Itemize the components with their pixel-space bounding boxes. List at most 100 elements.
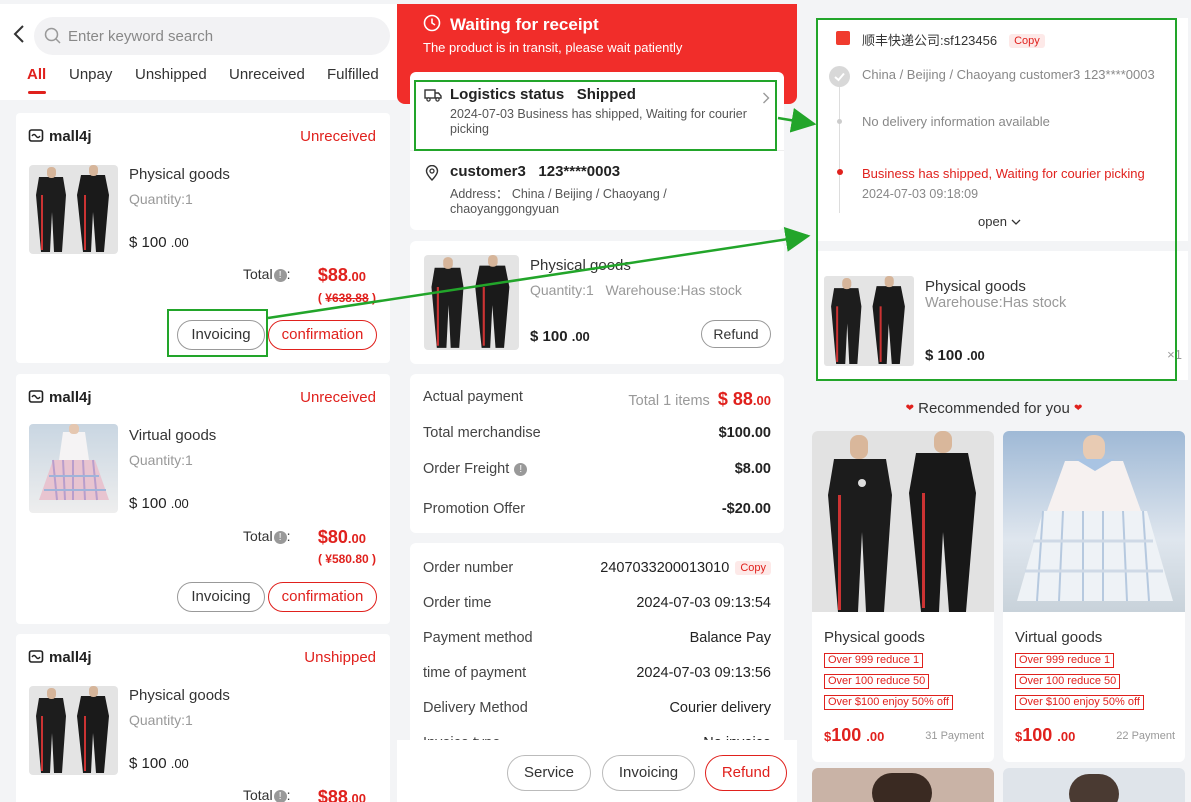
product-quantity: Quantity:1 [129,712,193,728]
heart-icon: ❤ [1074,403,1083,414]
total-orig-amount: ¥638.88 [325,291,369,305]
row-value: -$20.00 [721,501,771,517]
search-input[interactable] [68,17,368,55]
row-label: Payment method [423,630,533,646]
recommend-payments: 22 Payment [1116,730,1175,742]
total-decimal: .00 [347,531,366,546]
price-decimal: .00 [170,235,189,250]
product-name: Physical goods [129,166,230,183]
total-label: Total!: [243,528,291,544]
promo-tag: Over $100 enjoy 50% off [824,695,953,710]
product-thumbnail-skirt[interactable] [29,424,118,513]
price-integer: $ 100 [129,234,167,251]
back-arrow-icon[interactable] [12,24,26,44]
promo-tag: Over 999 reduce 1 [1015,653,1115,668]
status-subtitle: The product is in transit, please wait p… [423,40,683,55]
shop-name: mall4j [28,127,92,145]
order-status: Unreceived [300,389,376,406]
total-label: Total!: [243,266,291,282]
tab-unshipped[interactable]: Unshipped [135,66,207,83]
info-icon[interactable]: ! [273,531,287,544]
highlight-logistics-detail-box [816,18,1177,381]
row-value: Balance Pay [689,630,771,646]
price-decimal: .00 [170,496,189,511]
total-main: $80 [317,527,348,547]
order-card[interactable]: mall4j Unshipped Physical goods Quantity… [16,634,390,802]
customer-phone: 123****0003 [538,163,621,180]
actual-value: $ 88 [717,389,753,409]
order-info-card: Order number 2407033200013010 Copy Order t… [410,543,784,773]
confirmation-button[interactable]: confirmation [268,582,377,612]
product-price: $ 100 .00 [129,755,189,772]
tab-unpay[interactable]: Unpay [69,66,112,83]
invoicing-button[interactable]: Invoicing [602,755,695,791]
heart-icon: ❤ [905,403,914,414]
recommend-card-partial[interactable] [1003,768,1185,802]
promo-tag: Over 100 reduce 50 [824,674,930,689]
order-card[interactable]: mall4j Unreceived Virtual goods Quantity… [16,374,390,624]
product-quantity: Quantity:1 [129,452,193,468]
order-tabs: All Unpay Unshipped Unreceived Fulfilled [0,66,397,96]
total-value: $88.00 [318,265,366,286]
product-warehouse: Warehouse:Has stock [605,282,742,298]
payment-time-row: time of payment 2024-07-03 09:13:56 [423,665,771,681]
total-decimal: .00 [347,269,366,284]
copy-order-number-button[interactable]: Copy [735,561,771,575]
product-name: Physical goods [530,257,631,274]
location-pin-icon [425,165,439,181]
highlight-invoicing-box [167,309,268,357]
price-decimal: .00 [866,729,885,744]
recommended-title: ❤ Recommended for you ❤ [797,400,1191,417]
total-main: $88 [317,265,348,285]
total-original-price: ( ¥580.80 ) [317,552,376,566]
order-time-row: Order time 2024-07-03 09:13:54 [423,595,771,611]
recommend-card-partial[interactable] [812,768,994,802]
row-value: 2024-07-03 09:13:56 [636,665,771,681]
order-status: Unreceived [300,128,376,145]
product-thumbnail-tracksuit[interactable] [424,255,519,350]
shipping-address: Address： China / Beijing / Chaoyang / ch… [450,187,667,216]
row-label: Order time [423,595,492,611]
price-decimal: .00 [1057,729,1076,744]
refund-item-button[interactable]: Refund [701,320,771,348]
actual-payment-label: Actual payment [423,389,523,405]
order-status: Unshipped [304,649,376,666]
row-label: Delivery Method [423,700,528,716]
customer-info: customer3 123****0003 [450,163,620,180]
row-value: 2024-07-03 09:13:54 [636,595,771,611]
product-thumbnail-tracksuit[interactable] [29,686,118,775]
row-label: Order Freight [423,461,510,477]
info-icon[interactable]: ! [514,463,528,476]
merchandise-row: Total merchandise $100.00 [423,425,771,441]
shop-name: mall4j [28,648,92,666]
row-label: Promotion Offer [423,501,526,517]
invoicing-button[interactable]: Invoicing [177,582,265,612]
payment-method-row: Payment method Balance Pay [423,630,771,646]
price-integer: $ 100 [129,755,167,772]
refund-button[interactable]: Refund [705,755,787,791]
service-button[interactable]: Service [507,755,591,791]
shop-icon [28,390,44,403]
tab-all[interactable]: All [27,66,46,83]
recommend-image-dress[interactable] [1003,431,1185,612]
recommended-label: Recommended for you [918,400,1070,417]
product-thumbnail-tracksuit[interactable] [29,165,118,254]
row-value: $8.00 [734,461,771,477]
price-decimal: .00 [170,756,189,771]
confirmation-button[interactable]: confirmation [268,320,377,350]
recommend-card[interactable]: Virtual goods Over 999 reduce 1 Over 100… [1003,431,1185,762]
recommend-card[interactable]: Physical goods Over 999 reduce 1 Over 10… [812,431,994,762]
recommend-price: $100 .00 [824,725,884,746]
search-icon [44,27,61,44]
search-bar[interactable] [34,17,390,55]
tab-unreceived[interactable]: Unreceived [229,66,305,83]
recommend-image-tracksuit[interactable] [812,431,994,612]
product-name: Physical goods [129,687,230,704]
row-value: Courier delivery [669,700,771,716]
tab-fulfilled[interactable]: Fulfilled [327,66,379,83]
price-integer: 100 [831,725,862,745]
total-text: Total [243,787,273,802]
info-icon[interactable]: ! [273,790,287,802]
info-icon[interactable]: ! [273,269,287,282]
total-value: $88.00 [318,787,366,802]
